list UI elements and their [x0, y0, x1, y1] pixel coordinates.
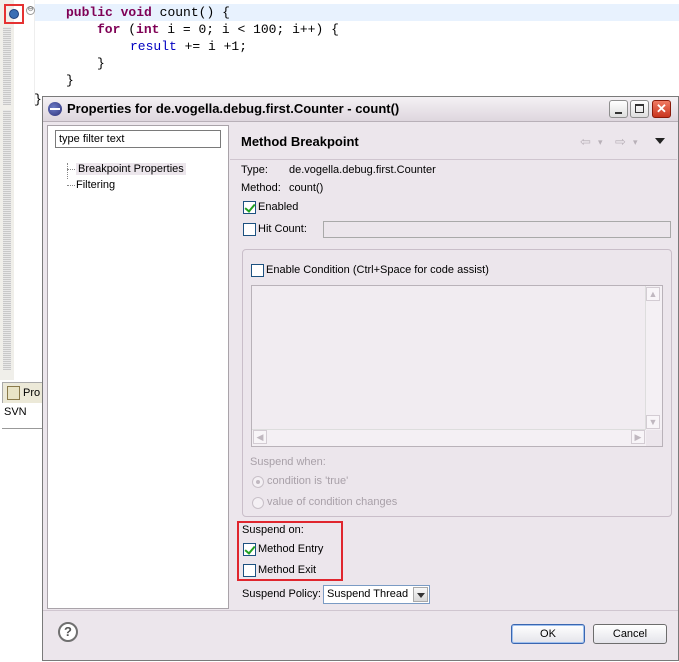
dialog-title: Properties for de.vogella.debug.first.Co… [67, 101, 400, 116]
java-editor: public void count() { for (int i = 0; i … [0, 0, 679, 110]
tree-connector [67, 163, 68, 179]
type-value: de.vogella.debug.first.Counter [289, 164, 436, 176]
svn-label: SVN [4, 406, 27, 418]
tab-problems[interactable]: Pro [2, 382, 44, 403]
back-dropdown-icon[interactable]: ▾ [598, 137, 603, 148]
condition-text-area[interactable]: ▲ ▼ ◀ ▶ [251, 285, 663, 447]
ruler-marks-lower [3, 110, 11, 370]
scroll-left-icon[interactable]: ◀ [253, 430, 267, 444]
page-title: Method Breakpoint [241, 134, 359, 149]
tree-connector [67, 169, 75, 170]
hit-count-checkbox[interactable] [243, 223, 256, 236]
minimize-icon [615, 112, 622, 114]
method-exit-checkbox[interactable] [243, 564, 256, 577]
code-line-6: } [34, 92, 42, 107]
tab-label: Pro [23, 387, 41, 399]
condition-true-label: condition is 'true' [267, 475, 349, 487]
ruler-marks [3, 27, 11, 105]
minimize-button[interactable] [609, 100, 628, 118]
code-text: i = 0; i < 100; i++) { [167, 22, 339, 37]
keyword: for [97, 22, 121, 37]
keyword: void [120, 5, 152, 20]
code-text: ( [128, 22, 137, 37]
code-text: count() { [159, 5, 230, 20]
enable-condition-checkbox[interactable] [251, 264, 264, 277]
close-button[interactable]: ✕ [652, 100, 671, 118]
scroll-down-icon[interactable]: ▼ [646, 415, 660, 429]
panel-content [2, 428, 42, 662]
method-exit-label: Method Exit [258, 564, 317, 576]
method-breakpoint-icon[interactable] [9, 9, 19, 19]
code-line-4: } [97, 56, 105, 71]
dialog-titlebar[interactable]: Properties for de.vogella.debug.first.Co… [43, 97, 678, 122]
suspend-policy-select[interactable]: Suspend Thread [323, 585, 430, 604]
method-entry-checkbox[interactable] [243, 543, 256, 556]
horizontal-scrollbar[interactable]: ◀ ▶ [252, 429, 646, 446]
method-value: count() [289, 182, 324, 194]
suspend-policy-label: Suspend Policy: [242, 588, 321, 600]
condition-true-radio[interactable] [252, 476, 264, 488]
maximize-icon [635, 104, 644, 113]
hit-count-label: Hit Count: [258, 223, 307, 235]
suspend-on-label: Suspend on: [242, 524, 304, 536]
code-line-2: for (int i = 0; i < 100; i++) { [97, 21, 339, 38]
chevron-down-icon[interactable] [413, 587, 428, 602]
cancel-button[interactable]: Cancel [593, 624, 667, 644]
overview-ruler [0, 0, 14, 380]
scroll-corner [646, 430, 662, 446]
maximize-button[interactable] [630, 100, 649, 118]
code-line-5: } [66, 73, 74, 88]
problems-icon [7, 386, 20, 400]
preference-tree-pane: Breakpoint Properties Filtering [47, 125, 229, 609]
hit-count-field[interactable] [323, 221, 671, 238]
view-menu-icon[interactable] [655, 138, 665, 144]
suspend-policy-value: Suspend Thread [327, 588, 409, 600]
method-label: Method: [241, 182, 281, 194]
tree-connector [67, 185, 75, 186]
code-text: += i +1; [184, 39, 248, 54]
ok-button[interactable]: OK [511, 624, 585, 644]
close-icon: ✕ [656, 101, 667, 116]
breakpoint-highlight-box [4, 4, 24, 24]
code-line-1: public void count() { [66, 4, 230, 21]
scroll-right-icon[interactable]: ▶ [631, 430, 645, 444]
tree-item-breakpoint-properties[interactable]: Breakpoint Properties [76, 163, 186, 175]
condition-changes-radio[interactable] [252, 497, 264, 509]
tree-item-filtering[interactable]: Filtering [76, 179, 115, 191]
vertical-scrollbar[interactable]: ▲ ▼ [645, 286, 662, 430]
type-label: Type: [241, 164, 268, 176]
method-entry-label: Method Entry [258, 543, 324, 555]
page-header: Method Breakpoint ⇦ ▾ ⇨ ▾ [230, 125, 677, 160]
field-name: result [130, 39, 177, 54]
help-icon[interactable]: ? [58, 622, 78, 642]
editor-gutter-separator [34, 0, 35, 105]
scroll-up-icon[interactable]: ▲ [646, 287, 660, 301]
fold-collapse-icon[interactable]: ⊖ [26, 6, 35, 15]
back-arrow-icon[interactable]: ⇦ [580, 134, 591, 150]
enabled-checkbox[interactable] [243, 201, 256, 214]
forward-dropdown-icon[interactable]: ▾ [633, 137, 638, 148]
eclipse-icon [48, 102, 62, 116]
code-line-3: result += i +1; [130, 38, 247, 55]
forward-arrow-icon[interactable]: ⇨ [615, 134, 626, 150]
condition-changes-label: value of condition changes [267, 496, 398, 508]
filter-input[interactable] [55, 130, 221, 148]
keyword: public [66, 5, 113, 20]
keyword: int [136, 22, 160, 37]
enable-condition-label: Enable Condition (Ctrl+Space for code as… [266, 264, 489, 276]
properties-dialog: Properties for de.vogella.debug.first.Co… [42, 96, 679, 661]
enabled-label: Enabled [258, 201, 299, 213]
suspend-when-label: Suspend when: [250, 456, 326, 468]
footer-separator [43, 610, 678, 611]
